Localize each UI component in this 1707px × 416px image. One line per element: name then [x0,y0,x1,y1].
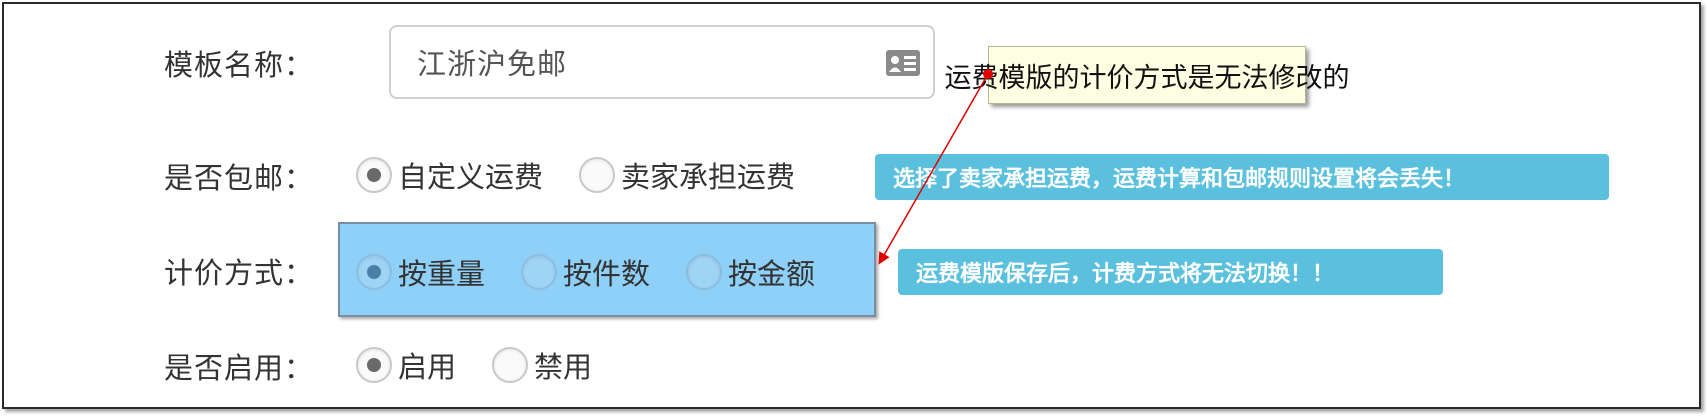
callout-arrow [878,69,993,265]
arrow-line [878,73,989,265]
